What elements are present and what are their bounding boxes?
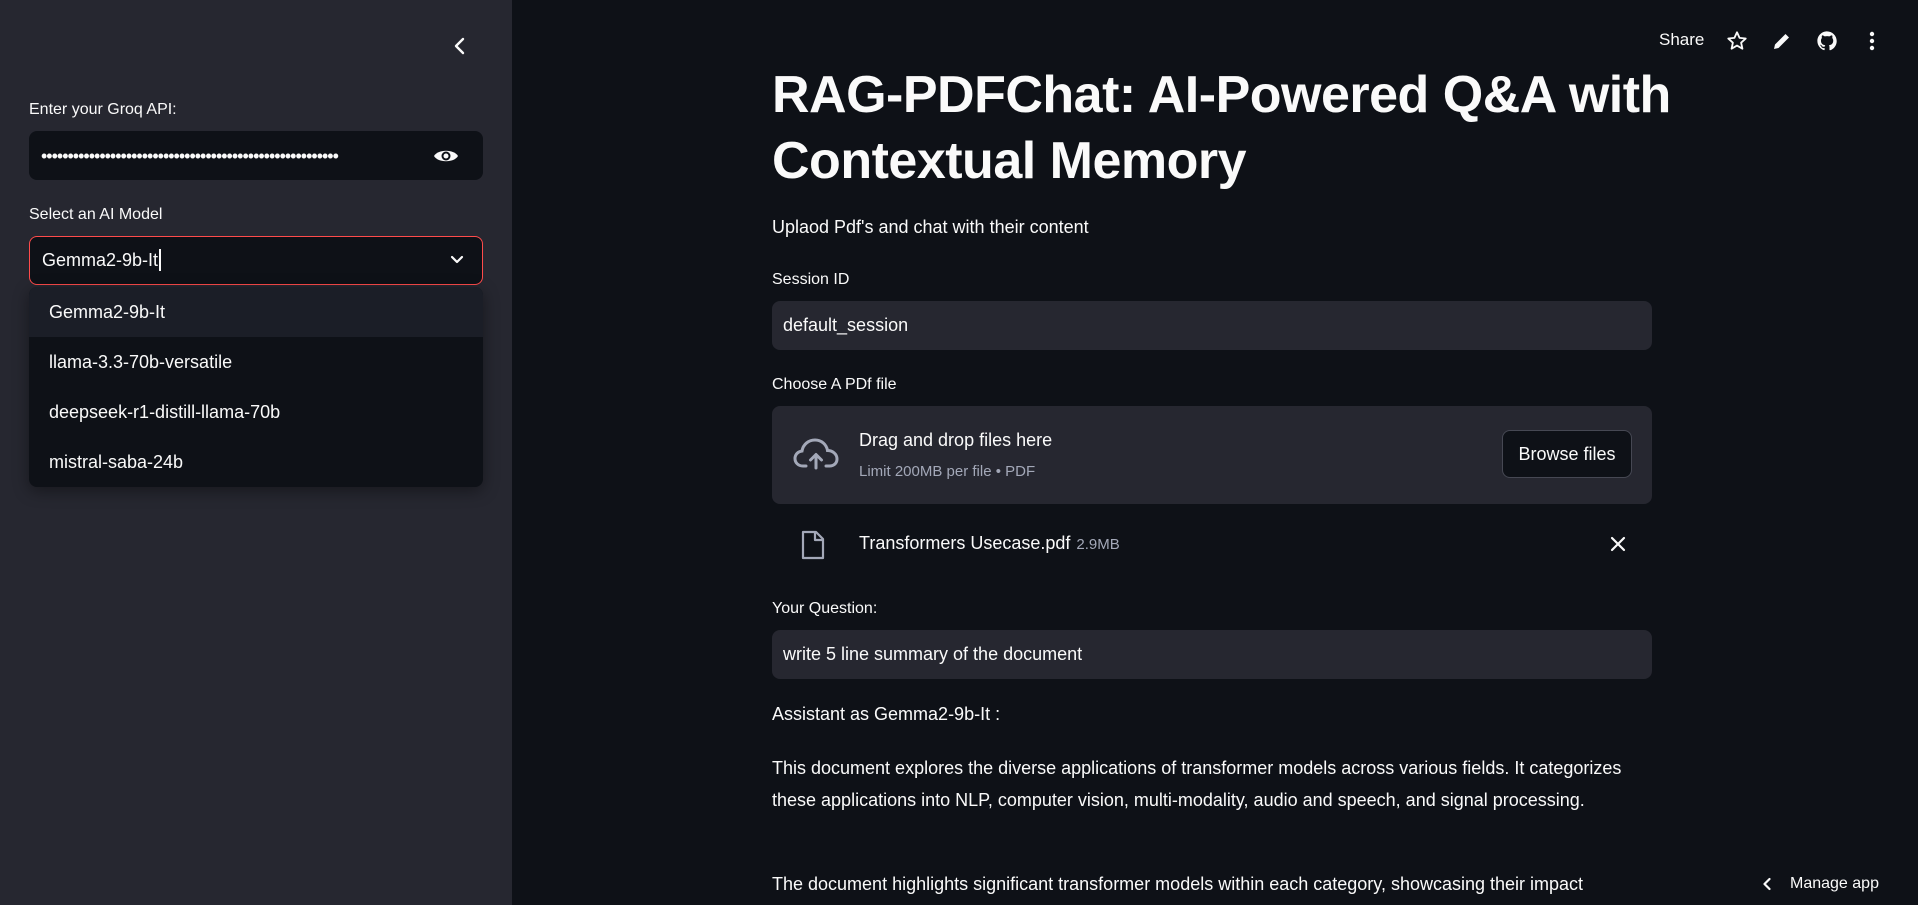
cloud-upload-icon (793, 438, 839, 470)
star-button[interactable] (1725, 29, 1749, 53)
api-key-label: Enter your Groq API: (29, 101, 177, 118)
file-icon (801, 530, 825, 560)
model-option[interactable]: llama-3.3-70b-versatile (29, 337, 483, 387)
chevron-left-icon (1763, 877, 1771, 891)
model-dropdown-menu: Gemma2-9b-It llama-3.3-70b-versatile dee… (29, 287, 483, 487)
api-key-input[interactable] (39, 131, 423, 182)
api-key-field (29, 131, 483, 182)
sidebar: Enter your Groq API: Select an AI Model … (0, 0, 512, 905)
github-button[interactable] (1815, 29, 1839, 53)
manage-app-button[interactable]: Manage app (1762, 875, 1879, 893)
file-name: Transformers Usecase.pdf 2.9MB (859, 533, 1120, 553)
main-menu-button[interactable] (1860, 29, 1884, 53)
star-icon (1727, 31, 1747, 50)
share-button[interactable]: Share (1659, 30, 1704, 50)
model-option[interactable]: mistral-saba-24b (29, 437, 483, 487)
answer-paragraph: The document highlights significant tran… (772, 874, 1584, 894)
model-option[interactable]: deepseek-r1-distill-llama-70b (29, 387, 483, 437)
remove-file-button[interactable] (1608, 534, 1628, 554)
uploaded-file-row: Transformers Usecase.pdf 2.9MB (772, 520, 1652, 568)
chevron-down-icon (450, 255, 464, 264)
manage-app-label: Manage app (1790, 875, 1879, 892)
github-icon (1817, 31, 1837, 51)
eye-icon (434, 150, 458, 162)
model-select[interactable]: Gemma2-9b-It (29, 236, 483, 285)
collapse-sidebar-button[interactable] (447, 33, 473, 59)
more-vert-icon (1869, 31, 1875, 51)
question-input[interactable] (772, 630, 1652, 679)
browse-files-button[interactable]: Browse files (1502, 430, 1632, 478)
uploader-label: Choose A PDf file (772, 376, 897, 393)
model-select-value: Gemma2-9b-It (42, 249, 161, 271)
page-title: RAG-PDFChat: AI-Powered Q&A with Context… (772, 66, 1671, 190)
model-option[interactable]: Gemma2-9b-It (29, 287, 483, 337)
show-password-button[interactable] (433, 143, 459, 169)
close-icon (1610, 536, 1626, 552)
chevron-left-icon (454, 37, 465, 55)
dropzone-title: Drag and drop files here (859, 430, 1053, 450)
pencil-icon (1774, 34, 1789, 49)
edit-button[interactable] (1770, 29, 1794, 53)
question-label: Your Question: (772, 600, 878, 617)
file-dropzone[interactable]: Drag and drop files here Limit 200MB per… (772, 406, 1652, 504)
model-select-label: Select an AI Model (29, 206, 163, 223)
dropzone-limit: Limit 200MB per file • PDF (859, 463, 1036, 480)
assistant-label: Assistant as Gemma2-9b-It : (772, 704, 1001, 724)
answer-paragraph: This document explores the diverse appli… (772, 758, 1622, 810)
file-size: 2.9MB (1076, 536, 1120, 553)
session-id-label: Session ID (772, 271, 850, 288)
session-id-input[interactable] (772, 301, 1652, 350)
page-subtitle: Uplaod Pdf's and chat with their content (772, 217, 1089, 237)
